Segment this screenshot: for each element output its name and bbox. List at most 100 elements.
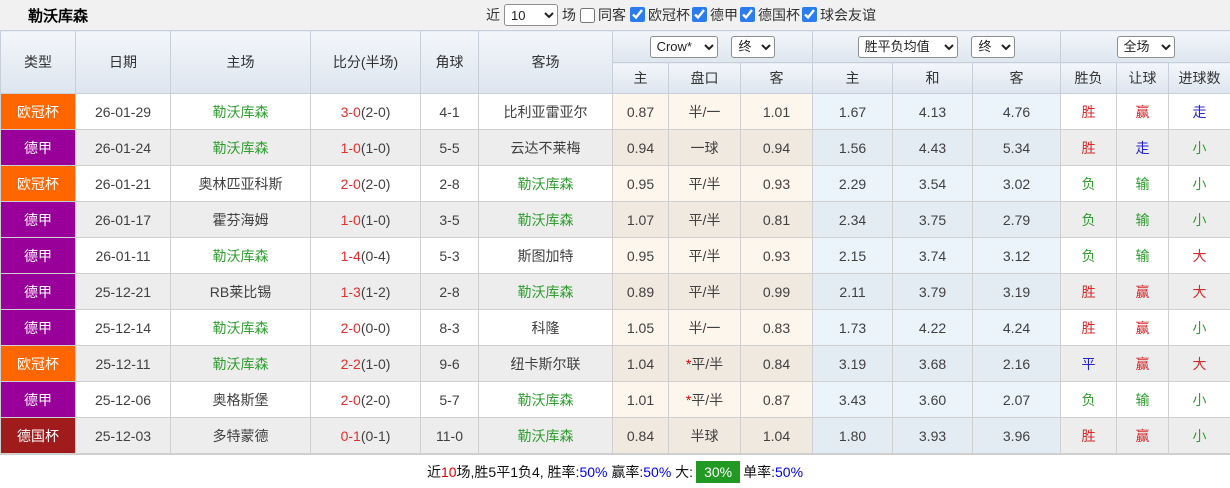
avg-draw-odds: 3.75	[892, 201, 974, 238]
corner-score: 11-0	[420, 417, 479, 454]
top-bar: 勒沃库森 近 10 场 同客 欧冠杯 德甲 德国杯 球会友谊	[0, 0, 1230, 30]
odds-company-select[interactable]: Crow*	[649, 35, 718, 58]
handicap: 半球	[668, 417, 741, 454]
league-badge: 欧冠杯	[0, 93, 76, 130]
corner-score: 9-6	[420, 345, 479, 382]
col-header-away: 客场	[478, 30, 613, 94]
result-outcome: 胜	[1060, 309, 1118, 346]
summary-segment: 50%	[579, 464, 608, 480]
result-outcome: 胜	[1060, 417, 1118, 454]
table-row: 德甲 26-01-17 霍芬海姆 1-0(1-0) 3-5 勒沃库森 1.07 平/半 0.81…	[0, 201, 1230, 238]
handicap: 半/一	[668, 309, 741, 346]
avg-draw-odds: 3.54	[892, 165, 974, 202]
score: 2-0(0-0)	[310, 309, 421, 346]
match-date: 25-12-11	[75, 345, 171, 382]
league-filter[interactable]: 德国杯	[740, 5, 800, 25]
avg-away-odds: 5.34	[972, 129, 1062, 166]
odds-home: 1.04	[612, 345, 669, 382]
score: 1-0(1-0)	[310, 129, 421, 166]
league-filter-checkbox[interactable]	[740, 7, 755, 23]
handicap: 平/半	[668, 273, 741, 310]
league-filter-label: 欧冠杯	[648, 6, 690, 23]
col-header-score: 比分(半场)	[310, 30, 421, 94]
avg-home-odds: 2.11	[812, 273, 894, 310]
odds-away: 0.93	[739, 165, 814, 202]
odds-away: 0.84	[739, 345, 814, 382]
league-badge: 德甲	[0, 129, 76, 166]
handicap-outcome: 走	[1116, 129, 1170, 166]
odds-away: 0.93	[739, 237, 814, 274]
match-scope-select[interactable]: 全场	[1116, 35, 1175, 58]
same-venue-filter[interactable]: 同客	[580, 5, 626, 25]
corner-score: 5-5	[420, 129, 479, 166]
away-team: 勒沃库森	[478, 273, 613, 310]
summary-segment: 单率:	[743, 464, 775, 480]
league-filter[interactable]: 德甲	[692, 5, 738, 25]
result-outcome: 负	[1060, 165, 1118, 202]
avg-away-odds: 3.12	[972, 237, 1062, 274]
avg-type-select[interactable]: 胜平负均值	[857, 35, 958, 58]
table-row: 欧冠杯 26-01-21 奥林匹亚科斯 2-0(2-0) 2-8 勒沃库森 0.95 平/半 0…	[0, 165, 1230, 202]
league-filter-checkbox[interactable]	[630, 7, 645, 23]
avg-home-odds: 2.15	[812, 237, 894, 274]
goals-outcome: 大	[1168, 237, 1230, 274]
corner-score: 5-7	[420, 381, 479, 418]
league-filter[interactable]: 欧冠杯	[630, 5, 690, 25]
home-team: 霍芬海姆	[170, 201, 311, 238]
odds-away: 1.04	[739, 417, 814, 454]
score: 1-0(1-0)	[310, 201, 421, 238]
table-row: 德甲 25-12-21 RB莱比锡 1-3(1-2) 2-8 勒沃库森 0.89 平/半 0.9…	[0, 273, 1230, 310]
avg-away-odds: 3.02	[972, 165, 1062, 202]
table-row: 德甲 25-12-06 奥格斯堡 2-0(2-0) 5-7 勒沃库森 1.01 *平/半 0.8…	[0, 381, 1230, 418]
home-team: 奥林匹亚科斯	[170, 165, 311, 202]
league-badge: 德甲	[0, 381, 76, 418]
table-row: 欧冠杯 25-12-11 勒沃库森 2-2(1-0) 9-6 纽卡斯尔联 1.04 *平/半 0…	[0, 345, 1230, 382]
odds-away: 0.94	[739, 129, 814, 166]
away-team: 纽卡斯尔联	[478, 345, 613, 382]
away-team: 比利亚雷亚尔	[478, 93, 613, 130]
avg-time-select[interactable]: 终	[971, 35, 1016, 58]
summary-segment: 50%	[775, 464, 804, 480]
corner-score: 8-3	[420, 309, 479, 346]
odds-time-select[interactable]: 终	[731, 35, 776, 58]
score: 3-0(2-0)	[310, 93, 421, 130]
avg-home-odds: 2.29	[812, 165, 894, 202]
score: 1-3(1-2)	[310, 273, 421, 310]
league-filter-checkbox[interactable]	[692, 7, 707, 23]
avg-away-odds: 3.19	[972, 273, 1062, 310]
odds-away: 0.83	[739, 309, 814, 346]
result-outcome: 胜	[1060, 273, 1118, 310]
result-outcome: 平	[1060, 345, 1118, 382]
games-label: 场	[562, 7, 576, 23]
handicap: 平/半	[668, 237, 741, 274]
match-date: 25-12-06	[75, 381, 171, 418]
goals-outcome: 小	[1168, 417, 1230, 454]
page-title: 勒沃库森	[28, 7, 89, 25]
league-filter[interactable]: 球会友谊	[802, 5, 876, 25]
league-filter-checkbox[interactable]	[802, 7, 817, 23]
summary-bar: 近 10 场,胜5平1负4, 胜率: 50% 赢率: 50% 大: 30% 单率: 50%	[0, 454, 1230, 488]
same-venue-checkbox[interactable]	[580, 7, 595, 23]
odds-home: 0.95	[612, 165, 669, 202]
goals-outcome: 小	[1168, 165, 1230, 202]
avg-away-odds: 4.24	[972, 309, 1062, 346]
avg-away-odds: 2.07	[972, 381, 1062, 418]
same-venue-label: 同客	[598, 7, 626, 23]
avg-home-odds: 1.56	[812, 129, 894, 166]
odds-away: 1.01	[739, 93, 814, 130]
col-header-type: 类型	[0, 30, 76, 94]
score: 1-4(0-4)	[310, 237, 421, 274]
summary-segment: 50%	[643, 464, 672, 480]
avg-away-odds: 4.76	[972, 93, 1062, 130]
league-badge: 欧冠杯	[0, 165, 76, 202]
recent-count-select[interactable]: 10	[504, 4, 558, 26]
league-badge: 欧冠杯	[0, 345, 76, 382]
handicap: 平/半	[668, 201, 741, 238]
handicap-outcome: 输	[1116, 201, 1170, 238]
match-date: 26-01-24	[75, 129, 171, 166]
filter-controls: 近 10 场 同客 欧冠杯 德甲 德国杯 球会友谊	[486, 4, 882, 26]
result-outcome: 负	[1060, 201, 1118, 238]
league-filters: 欧冠杯 德甲 德国杯 球会友谊	[630, 5, 878, 26]
score: 2-0(2-0)	[310, 165, 421, 202]
goals-outcome: 大	[1168, 345, 1230, 382]
